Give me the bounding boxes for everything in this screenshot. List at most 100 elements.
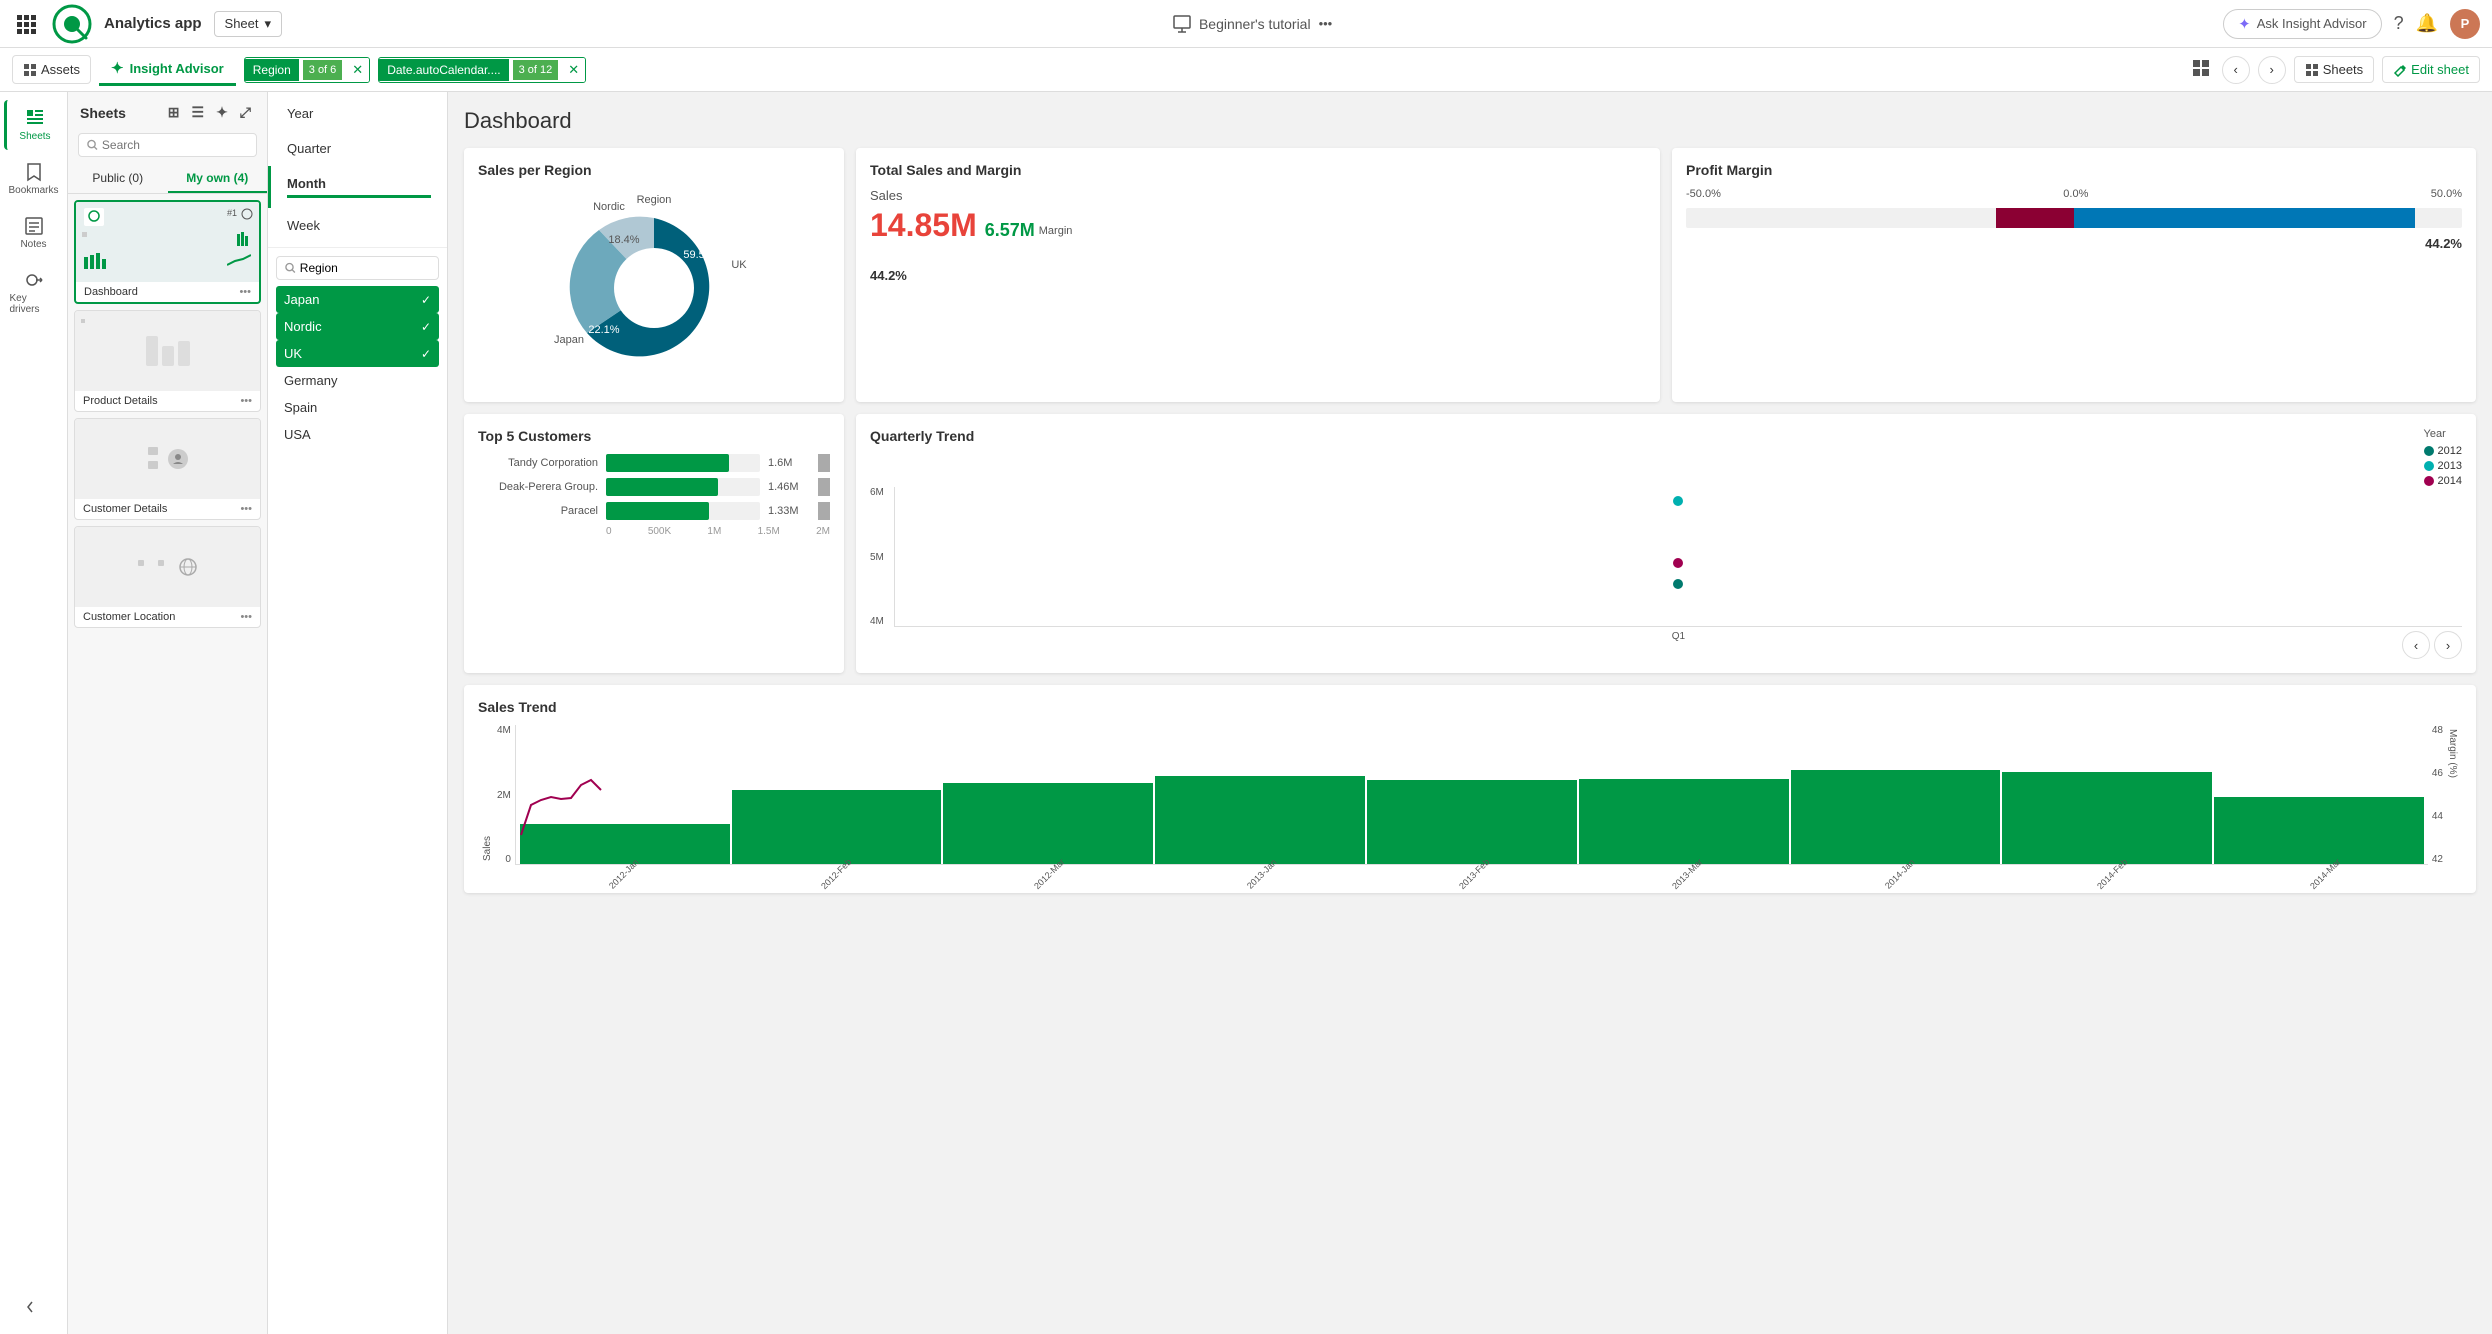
region-spain[interactable]: Spain (276, 394, 439, 421)
region-search-icon (285, 262, 296, 274)
list-view-btn[interactable]: ☰ (188, 102, 209, 123)
filter-btn[interactable]: ✦ (212, 102, 232, 123)
region-filter-close[interactable]: ✕ (346, 58, 369, 82)
drill-item-week[interactable]: Week (268, 208, 447, 243)
quarterly-plot: Q1 (894, 487, 2462, 627)
bar-value-paracel: 1.33M (768, 505, 808, 517)
sidebar-item-sheets[interactable]: Sheets (4, 100, 64, 150)
sales-trend-card: Sales Trend Sales 4M2M0 (464, 685, 2476, 893)
next-arrow[interactable]: › (2258, 56, 2286, 84)
bar-2012-mar (943, 783, 1153, 864)
donut-chart-container: Region 59.5% 22.1% 18.4% (478, 188, 830, 388)
date-filter-close[interactable]: ✕ (562, 58, 585, 82)
bar-2012-feb (732, 790, 942, 864)
sales-y-label: Sales (478, 725, 497, 865)
sidebar-item-key-drivers[interactable]: Key drivers (4, 262, 64, 323)
region-search-input[interactable] (300, 261, 430, 275)
nav-right-tools: ‹ › Sheets Edit sheet (2188, 55, 2480, 84)
sheet-name-bar-dashboard: Dashboard ••• (76, 282, 259, 302)
sheet-item-customer[interactable]: Customer Details ••• (74, 418, 261, 520)
tab-my-own[interactable]: My own (4) (168, 165, 268, 193)
sheet-item-location[interactable]: Customer Location ••• (74, 526, 261, 628)
sheet-name-bar-product: Product Details ••• (75, 391, 260, 411)
edit-sheet-button[interactable]: Edit sheet (2382, 56, 2480, 83)
bar-row-paracel: Paracel 1.33M (478, 502, 830, 520)
notes-icon (24, 216, 44, 236)
top5-title: Top 5 Customers (478, 428, 830, 444)
collapse-button[interactable] (18, 1291, 50, 1326)
region-germany[interactable]: Germany (276, 367, 439, 394)
tab-public[interactable]: Public (0) (68, 165, 168, 193)
legend-label-2012: 2012 (2438, 445, 2462, 457)
prev-arrow[interactable]: ‹ (2222, 56, 2250, 84)
profit-label-neg: -50.0% (1686, 188, 1721, 200)
bell-icon[interactable]: 🔔 (2416, 13, 2438, 34)
drill-item-month[interactable]: Month (268, 166, 447, 208)
quarterly-prev[interactable]: ‹ (2402, 631, 2430, 659)
sidebar-item-notes[interactable]: Notes (4, 208, 64, 258)
sheet-options-location[interactable]: ••• (240, 611, 252, 623)
quarterly-y-labels: 6M5M4M (870, 487, 888, 627)
insight-advisor-tab[interactable]: ✦ Insight Advisor (99, 53, 236, 86)
qlik-logo (52, 4, 92, 44)
svg-text:Region: Region (637, 194, 672, 206)
sidebar-item-bookmarks[interactable]: Bookmarks (4, 154, 64, 204)
japan-check: ✓ (421, 293, 431, 307)
bar-track-deak (606, 478, 760, 496)
drill-item-quarter[interactable]: Quarter (268, 131, 447, 166)
bar-label-tandy: Tandy Corporation (478, 457, 598, 469)
sheets-search-input[interactable] (102, 138, 248, 152)
assets-button[interactable]: Assets (12, 55, 91, 84)
avatar[interactable]: P (2450, 9, 2480, 39)
sheets-button[interactable]: Sheets (2294, 56, 2374, 83)
region-usa[interactable]: USA (276, 421, 439, 448)
quarterly-trend-card: Quarterly Trend Year 2012 2013 (856, 414, 2476, 673)
sheet-item-dashboard[interactable]: #1 (74, 200, 261, 304)
key-drivers-icon (24, 270, 44, 290)
svg-text:Japan: Japan (554, 334, 584, 346)
sheet-options-product[interactable]: ••• (240, 395, 252, 407)
grid-layout-icon[interactable] (2188, 55, 2214, 84)
region-search[interactable] (276, 256, 439, 280)
sheet-dropdown[interactable]: Sheet ▾ (214, 11, 283, 37)
date-filter-sub: 3 of 12 (513, 60, 559, 80)
expand-btn[interactable]: ⤢ (236, 102, 255, 123)
sheet-name-location: Customer Location (83, 611, 175, 623)
bar-track-paracel (606, 502, 760, 520)
kpi-margin-pct: 44.2% (870, 268, 1646, 283)
nav-grid-icon[interactable] (12, 10, 40, 38)
bookmarks-icon (24, 162, 44, 182)
total-sales-margin-title: Total Sales and Margin (870, 162, 1646, 178)
profit-labels: -50.0% 0.0% 50.0% (1686, 188, 2462, 200)
bar-2012-jan (520, 824, 730, 865)
edit-sheet-label: Edit sheet (2411, 62, 2469, 77)
nav-right: ✦ Ask Insight Advisor ? 🔔 P (2223, 9, 2480, 39)
question-icon[interactable]: ? (2394, 13, 2404, 34)
date-filter-chip[interactable]: Date.autoCalendar.... 3 of 12 ✕ (378, 57, 586, 83)
donut-chart: Region 59.5% 22.1% 18.4% (524, 188, 784, 388)
kpi-margin-label: Margin (1039, 225, 1073, 237)
bar-2014-jan (1791, 770, 2001, 865)
kpi-sales-label: Sales (870, 188, 1646, 203)
sheet-options-dashboard[interactable]: ••• (239, 286, 251, 298)
bar-x-labels: 0500K1M1.5M2M (478, 526, 830, 537)
region-nordic[interactable]: Nordic ✓ (276, 313, 439, 340)
region-japan[interactable]: Japan ✓ (276, 286, 439, 313)
sheets-search[interactable] (78, 133, 257, 157)
sheets-sidebar-label: Sheets (19, 131, 50, 142)
sheet-item-product[interactable]: Product Details ••• (74, 310, 261, 412)
top-nav: Analytics app Sheet ▾ Beginner's tutoria… (0, 0, 2492, 48)
bar-value-tandy: 1.6M (768, 457, 808, 469)
more-options-icon[interactable]: ••• (1319, 16, 1333, 31)
ask-advisor-button[interactable]: ✦ Ask Insight Advisor (2223, 9, 2381, 39)
profit-margin-card: Profit Margin -50.0% 0.0% 50.0% 44.2% (1672, 148, 2476, 402)
location-icon2 (158, 560, 172, 574)
legend-dot-2013 (2424, 461, 2434, 471)
drill-item-year[interactable]: Year (268, 96, 447, 131)
quarterly-next[interactable]: › (2434, 631, 2462, 659)
sheet-thumbnail-customer (75, 419, 260, 499)
grid-view-btn[interactable]: ⊞ (164, 102, 184, 123)
sheet-options-customer[interactable]: ••• (240, 503, 252, 515)
region-filter-chip[interactable]: Region 3 of 6 ✕ (244, 57, 370, 83)
region-uk[interactable]: UK ✓ (276, 340, 439, 367)
